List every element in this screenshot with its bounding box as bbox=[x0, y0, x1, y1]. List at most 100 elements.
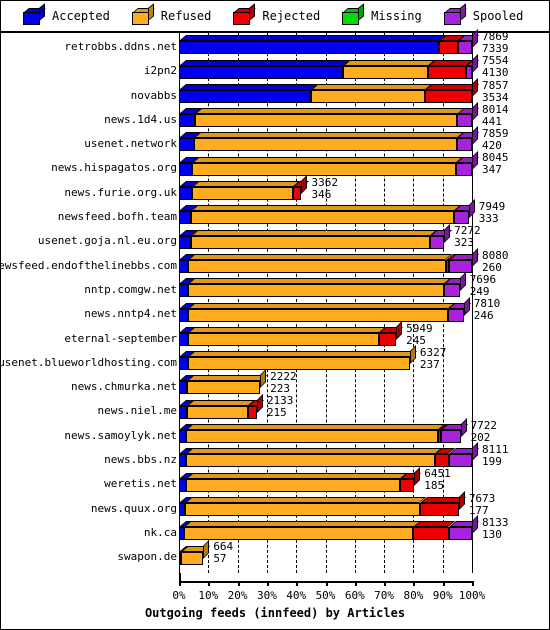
table-row: news.furie.org.uk 3362 346 bbox=[1, 175, 549, 203]
value-label-secondary: 177 bbox=[468, 503, 489, 517]
stacked-bar bbox=[179, 223, 452, 249]
stacked-bar bbox=[179, 272, 467, 298]
x-tick-2 bbox=[237, 581, 240, 586]
value-label-total: 7722 bbox=[470, 418, 498, 432]
stacked-bar bbox=[179, 369, 268, 395]
table-row: nntp.comgw.net 7696 249 bbox=[1, 272, 549, 300]
category-label: news.hispagatos.org bbox=[51, 161, 177, 175]
bar-container: 664 57 bbox=[179, 539, 472, 567]
bar-segment-side-spooled bbox=[468, 199, 475, 219]
value-label-total: 6451 bbox=[424, 467, 451, 481]
value-label-total: 7696 bbox=[469, 272, 497, 286]
category-label: swapon.de bbox=[117, 550, 177, 564]
value-label-secondary: 57 bbox=[213, 552, 227, 566]
x-tick-label: 70% bbox=[374, 589, 395, 602]
value-label-total: 8080 bbox=[482, 248, 509, 262]
table-row: nk.ca 8133 130 bbox=[1, 515, 549, 543]
bar-segment-side-rejected bbox=[414, 466, 421, 486]
bar-segment-refused bbox=[342, 65, 428, 79]
bar-segment-refused bbox=[185, 478, 401, 492]
bar-segment-side-refused bbox=[409, 345, 416, 365]
chart-legend: Accepted Refused Rejected Missing Spooled bbox=[1, 1, 549, 33]
bar-segment-side-spooled bbox=[472, 29, 478, 49]
value-label-total: 8045 bbox=[482, 151, 509, 165]
value-label-total: 8014 bbox=[482, 102, 509, 116]
table-row: news.samoylyk.net 7722 202 bbox=[1, 418, 549, 446]
x-tick-10 bbox=[472, 581, 474, 586]
x-tick-9 bbox=[442, 581, 445, 586]
cube-icon bbox=[233, 2, 257, 25]
bar-segment-rejected bbox=[247, 405, 257, 419]
bar-segment-refused bbox=[187, 332, 379, 346]
bar-segment-accepted bbox=[179, 162, 192, 176]
bar-segment-accepted bbox=[179, 259, 189, 273]
value-label-secondary: 223 bbox=[270, 382, 291, 396]
bar-segment-side-rejected bbox=[256, 393, 263, 413]
bar-container: 7810 246 bbox=[179, 296, 500, 324]
table-row: news.hispagatos.org 8045 347 bbox=[1, 150, 549, 178]
stacked-bar bbox=[179, 393, 265, 419]
bar-container: 7869 7339 bbox=[179, 29, 509, 57]
category-label: retrobbs.ddns.net bbox=[64, 40, 177, 53]
x-tick-label: 50% bbox=[315, 589, 336, 602]
table-row: usenet.network 7859 420 bbox=[1, 126, 549, 154]
category-label: news.furie.org.uk bbox=[64, 185, 177, 199]
bar-segment-side-rejected bbox=[301, 175, 308, 195]
bar-segment-rejected bbox=[435, 454, 449, 468]
value-label-secondary: 130 bbox=[482, 527, 502, 541]
bar-segment-refused bbox=[186, 430, 439, 444]
table-row: i2pn2 7554 4130 bbox=[1, 53, 549, 81]
bar-segment-spooled bbox=[457, 114, 472, 128]
category-label: news.bbs.nz bbox=[104, 453, 177, 467]
bar-container: 6327 237 bbox=[179, 345, 472, 373]
stacked-bar bbox=[179, 490, 466, 516]
bar-container: 7722 202 bbox=[179, 418, 497, 446]
x-tick-label: 0% bbox=[172, 589, 186, 602]
bar-segment-side-refused bbox=[203, 539, 210, 559]
bar-segment-refused bbox=[190, 235, 430, 249]
bar-segment-refused bbox=[310, 89, 426, 103]
bar-segment-side-spooled bbox=[472, 102, 478, 122]
bar-segment-side-refused bbox=[260, 369, 267, 389]
stacked-bar bbox=[179, 418, 468, 444]
bar-container: 7272 323 bbox=[179, 223, 481, 251]
bar-segment-rejected bbox=[378, 332, 397, 346]
stacked-bar bbox=[179, 442, 480, 468]
legend-item-label: Rejected bbox=[262, 9, 321, 23]
x-tick-4 bbox=[296, 581, 299, 586]
bar-segment-accepted bbox=[179, 454, 187, 468]
value-label-secondary: 199 bbox=[482, 455, 502, 469]
table-row: weretis.net 6451 185 bbox=[1, 466, 549, 494]
x-tick-7 bbox=[384, 581, 387, 586]
bar-segment-refused bbox=[191, 187, 293, 201]
chart-window: Accepted Refused Rejected Missing Spooled re… bbox=[0, 0, 550, 630]
value-label-secondary: 237 bbox=[419, 357, 440, 371]
stacked-bar bbox=[179, 175, 309, 201]
bar-rows: retrobbs.ddns.net 7869 7339 i2pn2 7554 4130 no… bbox=[0, 29, 549, 573]
table-row: newsfeed.endofthelinebbs.com 8080 260 bbox=[1, 247, 549, 276]
x-tick-label: 90% bbox=[432, 589, 453, 602]
bar-container: 7696 249 bbox=[179, 272, 496, 300]
bar-segment-side-rejected bbox=[396, 320, 403, 340]
category-label: usenet.blueworldhosting.com bbox=[0, 355, 177, 369]
category-label: usenet.network bbox=[84, 137, 177, 151]
bar-segment-refused bbox=[191, 211, 455, 225]
bar-segment-spooled bbox=[444, 284, 460, 298]
value-label-total: 7859 bbox=[482, 127, 509, 141]
legend-item-missing: Missing bbox=[342, 2, 422, 25]
bar-container: 8014 441 bbox=[179, 102, 509, 130]
bar-segment-spooled bbox=[448, 308, 464, 322]
bar-segment-accepted bbox=[179, 235, 191, 249]
value-label-secondary: 441 bbox=[482, 114, 502, 128]
cube-icon bbox=[443, 2, 467, 25]
cube-icon bbox=[23, 2, 46, 25]
value-label-total: 7949 bbox=[478, 200, 506, 214]
table-row: retrobbs.ddns.net 7869 7339 bbox=[1, 29, 549, 57]
value-label-total: 7810 bbox=[473, 297, 501, 311]
bar-segment-accepted bbox=[179, 308, 188, 322]
bar-segment-refused bbox=[183, 527, 414, 541]
bar-segment-spooled bbox=[455, 162, 472, 176]
bar-segment-refused bbox=[186, 454, 436, 468]
category-label: nntp.comgw.net bbox=[84, 282, 177, 296]
value-label-total: 3362 bbox=[311, 175, 338, 189]
